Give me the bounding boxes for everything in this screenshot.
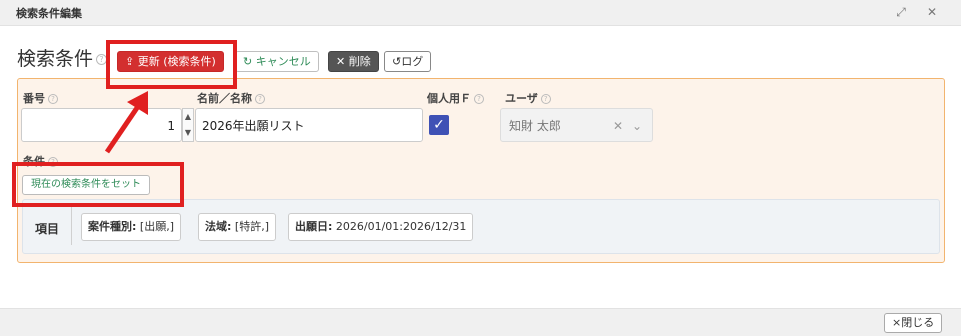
annotation-arrow (104, 91, 148, 154)
dialog-footer (0, 308, 961, 336)
close-button[interactable]: ×閉じる (884, 313, 943, 333)
